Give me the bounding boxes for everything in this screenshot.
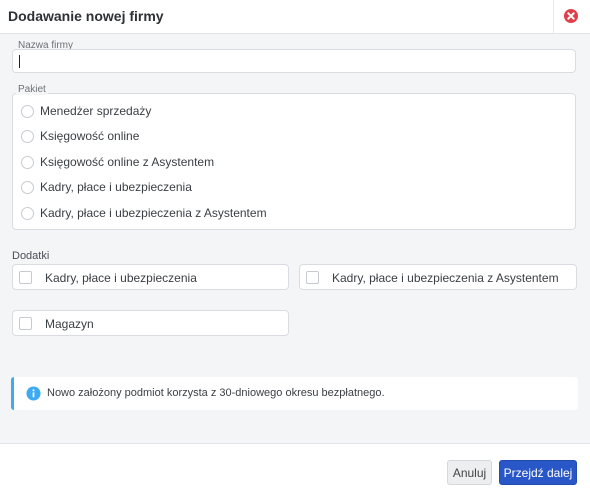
info-banner: Nowo założony podmiot korzysta z 30-dnio… — [11, 377, 578, 410]
company-name-input[interactable] — [12, 49, 576, 73]
next-button[interactable]: Przejdź dalej — [499, 460, 577, 485]
radio-button[interactable] — [21, 206, 34, 220]
checkbox[interactable] — [19, 317, 32, 330]
info-icon — [26, 386, 41, 401]
package-group: Menedżer sprzedaży Księgowość online Ksi… — [12, 93, 576, 230]
radio-button[interactable] — [21, 104, 34, 118]
package-option-accounting-online[interactable]: Księgowość online — [21, 127, 139, 145]
package-option-label: Księgowość online z Asystentem — [40, 155, 215, 169]
dialog-title: Dodawanie nowej firmy — [8, 8, 164, 24]
info-text: Nowo założony podmiot korzysta z 30-dnio… — [47, 387, 385, 399]
package-option-payroll-assistant[interactable]: Kadry, płace i ubezpieczenia z Asystente… — [21, 204, 267, 222]
package-option-sales-manager[interactable]: Menedżer sprzedaży — [21, 102, 151, 120]
checkbox[interactable] — [19, 271, 32, 284]
package-option-accounting-online-assistant[interactable]: Księgowość online z Asystentem — [21, 153, 214, 171]
text-caret — [19, 55, 20, 68]
package-option-label: Menedżer sprzedaży — [40, 104, 152, 118]
radio-button[interactable] — [21, 180, 34, 194]
addon-label: Kadry, płace i ubezpieczenia — [45, 271, 197, 285]
header-divider — [553, 0, 554, 33]
addon-label: Magazyn — [45, 317, 94, 331]
addon-label: Kadry, płace i ubezpieczenia z Asystente… — [332, 271, 559, 285]
addon-warehouse[interactable]: Magazyn — [12, 310, 289, 336]
close-icon[interactable] — [563, 8, 579, 24]
checkbox[interactable] — [306, 271, 319, 284]
radio-button[interactable] — [21, 129, 34, 143]
radio-button[interactable] — [21, 155, 34, 169]
cancel-button[interactable]: Anuluj — [447, 460, 492, 485]
addons-label: Dodatki — [12, 250, 50, 262]
addon-payroll[interactable]: Kadry, płace i ubezpieczenia — [12, 264, 289, 290]
package-option-label: Księgowość online — [40, 129, 140, 143]
dialog-footer: Anuluj Przejdź dalej — [0, 443, 590, 497]
package-label: Pakiet — [16, 84, 48, 95]
package-option-payroll[interactable]: Kadry, płace i ubezpieczenia — [21, 178, 192, 196]
package-option-label: Kadry, płace i ubezpieczenia — [40, 180, 192, 194]
package-option-label: Kadry, płace i ubezpieczenia z Asystente… — [40, 206, 267, 220]
addon-payroll-assistant[interactable]: Kadry, płace i ubezpieczenia z Asystente… — [299, 264, 577, 290]
dialog-header: Dodawanie nowej firmy — [0, 0, 590, 34]
